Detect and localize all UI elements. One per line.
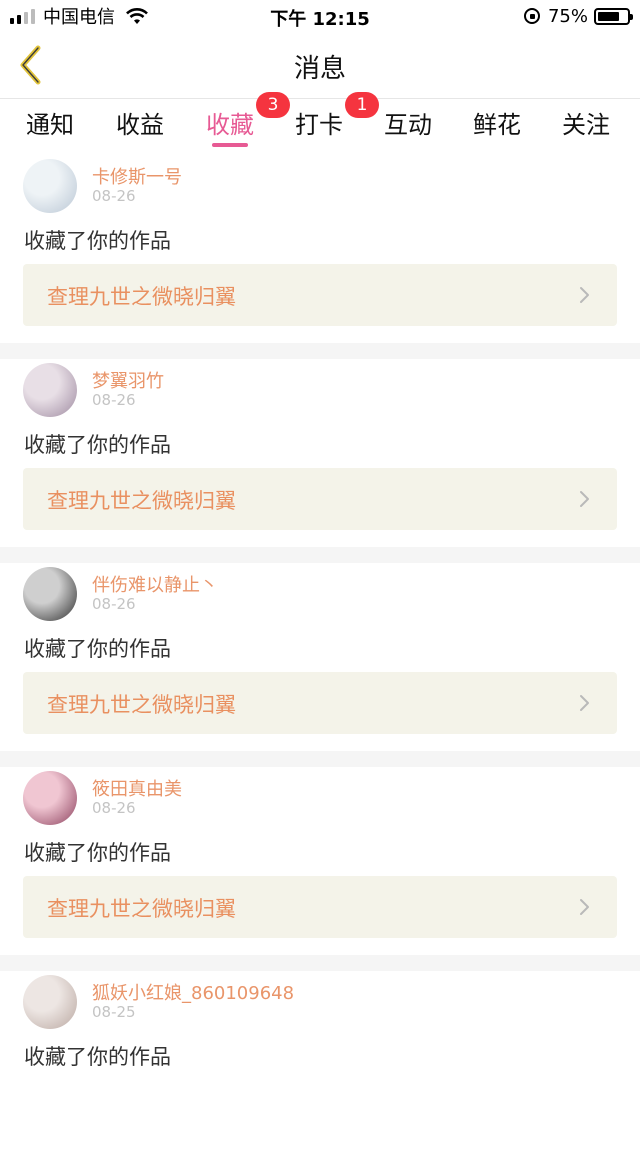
list-item: 卡修斯一号 08-26 收藏了你的作品 查理九世之微晓归翼 [0, 155, 640, 343]
page-title: 消息 [293, 54, 346, 84]
chevron-right-icon [580, 491, 589, 507]
username[interactable]: 卡修斯一号 [92, 163, 182, 189]
action-text: 收藏了你的作品 [24, 229, 171, 253]
list-item: 梦翼羽竹 08-26 收藏了你的作品 查理九世之微晓归翼 [0, 359, 640, 547]
battery-percent: 75% [547, 5, 588, 27]
tab-label: 通知 [26, 111, 74, 139]
action-text: 收藏了你的作品 [24, 433, 171, 457]
tab-badge: 3 [256, 92, 290, 118]
chevron-right-icon [580, 287, 589, 303]
work-link[interactable]: 查理九世之微晓归翼 [23, 672, 617, 734]
work-link[interactable]: 查理九世之微晓归翼 [23, 876, 617, 938]
tab-following[interactable]: 关注 [562, 105, 610, 140]
date: 08-25 [92, 1003, 136, 1021]
divider [0, 751, 640, 767]
tab-label: 打卡 [295, 111, 343, 139]
username[interactable]: 筱田真由美 [92, 775, 182, 801]
tab-notifications[interactable]: 通知 [26, 105, 74, 140]
avatar[interactable] [23, 975, 77, 1029]
rotation-lock-icon [523, 8, 540, 24]
date: 08-26 [92, 595, 136, 613]
tab-favorites[interactable]: 收藏 3 [206, 92, 290, 147]
action-text: 收藏了你的作品 [24, 637, 171, 661]
divider [0, 343, 640, 359]
tab-label: 互动 [384, 111, 432, 139]
date: 08-26 [92, 187, 136, 205]
divider [0, 955, 640, 971]
work-title: 查理九世之微晓归翼 [47, 693, 236, 717]
avatar[interactable] [23, 771, 77, 825]
tab-label: 收藏 [206, 111, 254, 139]
action-text: 收藏了你的作品 [24, 1045, 171, 1069]
username[interactable]: 梦翼羽竹 [92, 367, 164, 393]
list-item: 筱田真由美 08-26 收藏了你的作品 查理九世之微晓归翼 [0, 767, 640, 955]
tab-flowers[interactable]: 鲜花 [473, 105, 521, 140]
work-link[interactable]: 查理九世之微晓归翼 [23, 264, 617, 326]
tab-interactions[interactable]: 互动 [384, 105, 432, 140]
tab-earnings[interactable]: 收益 [116, 105, 164, 140]
work-title: 查理九世之微晓归翼 [47, 285, 236, 309]
list-item: 狐妖小红娘_860109648 08-25 收藏了你的作品 [0, 971, 640, 1159]
avatar[interactable] [23, 363, 77, 417]
tab-label: 鲜花 [473, 111, 521, 139]
nav-bar: 消息 [0, 32, 640, 99]
active-tab-indicator [212, 143, 248, 147]
avatar[interactable] [23, 159, 77, 213]
chevron-right-icon [580, 695, 589, 711]
work-title: 查理九世之微晓归翼 [47, 489, 236, 513]
list-item: 伴伤难以静止丶 08-26 收藏了你的作品 查理九世之微晓归翼 [0, 563, 640, 751]
work-link[interactable]: 查理九世之微晓归翼 [23, 468, 617, 530]
username[interactable]: 伴伤难以静止丶 [92, 571, 218, 597]
tab-checkin[interactable]: 打卡 1 [295, 92, 379, 140]
work-title: 查理九世之微晓归翼 [47, 897, 236, 921]
divider [0, 547, 640, 563]
tab-bar: 通知 收益 收藏 3 打卡 1 互动 鲜花 关注 [0, 92, 640, 155]
tab-label: 收益 [116, 111, 164, 139]
tab-badge: 1 [345, 92, 379, 118]
date: 08-26 [92, 799, 136, 817]
username[interactable]: 狐妖小红娘_860109648 [92, 979, 294, 1005]
favorites-feed: 卡修斯一号 08-26 收藏了你的作品 查理九世之微晓归翼 梦翼羽竹 08-26… [0, 155, 640, 1159]
status-bar: 中国电信 下午 12:15 75% [0, 0, 640, 32]
action-text: 收藏了你的作品 [24, 841, 171, 865]
tab-label: 关注 [562, 111, 610, 139]
chevron-right-icon [580, 899, 589, 915]
date: 08-26 [92, 391, 136, 409]
battery-icon [594, 7, 633, 25]
avatar[interactable] [23, 567, 77, 621]
